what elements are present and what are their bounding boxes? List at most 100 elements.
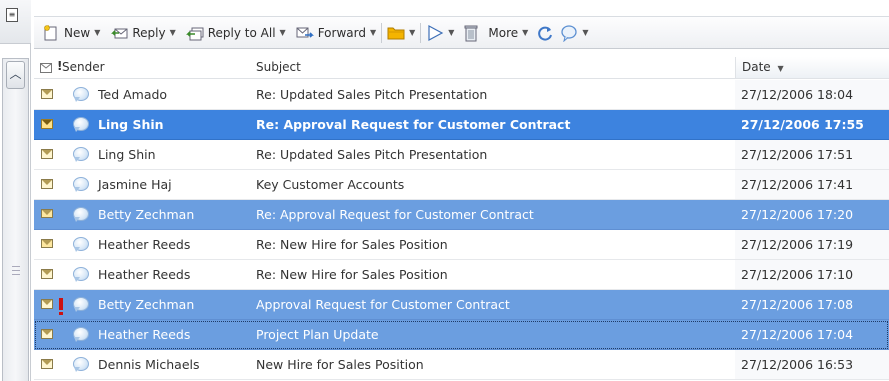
message-sender: Heather Reeds	[98, 237, 191, 252]
refresh-icon	[536, 24, 554, 42]
message-date: 27/12/2006 17:19	[735, 230, 889, 259]
message-row[interactable]: Heather Reeds Re: New Hire for Sales Posi…	[34, 260, 889, 290]
message-sender: Dennis Michaels	[98, 357, 200, 372]
presence-bubble-icon	[72, 267, 89, 282]
new-dropdown-icon[interactable]: ▼	[94, 28, 100, 37]
message-subject: Re: Approval Request for Customer Contra…	[256, 207, 534, 222]
presence-bubble-icon	[72, 117, 89, 132]
message-date: 27/12/2006 17:51	[735, 140, 889, 169]
reply-button[interactable]: Reply ▼	[108, 21, 177, 45]
message-subject: Project Plan Update	[256, 327, 379, 342]
envelope-read-icon	[41, 179, 53, 189]
presence-bubble-icon	[72, 357, 89, 372]
presence-bubble-icon	[72, 207, 89, 222]
flag-dropdown-icon[interactable]: ▼	[448, 28, 454, 37]
date-column-label: Date	[742, 60, 771, 74]
new-message-icon	[42, 24, 60, 42]
folder-pane-icon: ≡	[6, 8, 18, 22]
reply-all-icon	[185, 24, 204, 42]
new-button[interactable]: New ▼	[40, 21, 102, 45]
message-row[interactable]: Heather Reeds Re: New Hire for Sales Posi…	[34, 230, 889, 260]
message-sender: Ling Shin	[98, 147, 156, 162]
reply-to-all-button[interactable]: Reply to All ▼	[184, 21, 288, 45]
message-sender: Heather Reeds	[98, 267, 191, 282]
envelope-unread-icon	[41, 119, 53, 129]
envelope-read-icon	[41, 329, 53, 339]
message-row[interactable]: Betty Zechman Approval Request for Custom…	[34, 290, 889, 320]
message-sender: Jasmine Haj	[98, 177, 172, 192]
forward-icon	[296, 24, 314, 42]
message-date: 27/12/2006 17:04	[741, 327, 854, 342]
trash-icon	[462, 24, 480, 42]
message-row[interactable]: Ted Amado Re: Updated Sales Pitch Present…	[34, 80, 889, 110]
message-subject: Approval Request for Customer Contract	[256, 297, 510, 312]
more-button[interactable]: More ▼	[486, 21, 530, 45]
message-date: 27/12/2006 17:20	[741, 207, 854, 222]
new-button-label: New	[64, 25, 91, 40]
message-date: 27/12/2006 17:10	[735, 260, 889, 289]
chat-dropdown-icon[interactable]: ▼	[582, 28, 588, 37]
folder-pane-toggle-button[interactable]: ≡	[0, 0, 31, 44]
subject-column-header[interactable]: Subject	[256, 60, 301, 74]
message-row[interactable]: Jasmine Haj Key Customer Accounts 27/12/20…	[34, 170, 889, 200]
message-sender: Heather Reeds	[98, 327, 191, 342]
message-sender: Ling Shin	[98, 117, 164, 132]
reply-icon	[110, 24, 128, 42]
message-sender: Ted Amado	[98, 87, 168, 102]
flag-button[interactable]: ▼	[424, 21, 456, 45]
envelope-replied-icon	[41, 209, 53, 219]
more-dropdown-icon[interactable]: ▼	[522, 28, 528, 37]
message-subject: Re: New Hire for Sales Position	[256, 267, 448, 282]
envelope-read-icon	[41, 299, 53, 309]
envelope-replied-icon	[41, 239, 53, 249]
chevron-up-icon: ︿	[9, 67, 22, 81]
delete-button[interactable]	[460, 21, 482, 45]
reply-all-dropdown-icon[interactable]: ▼	[280, 28, 286, 37]
message-list: Ted Amado Re: Updated Sales Pitch Present…	[34, 80, 889, 380]
envelope-read-icon	[41, 149, 53, 159]
date-column-header[interactable]: Date ▼	[735, 57, 889, 78]
message-date: 27/12/2006 17:41	[735, 170, 889, 199]
presence-bubble-icon	[72, 237, 89, 252]
message-row[interactable]: Heather Reeds Project Plan Update 27/12/20…	[34, 320, 889, 350]
message-row[interactable]: Dennis Michaels New Hire for Sales Positi…	[34, 350, 889, 380]
left-navigation-strip: ≡ ︿	[0, 0, 31, 381]
envelope-read-icon	[41, 269, 53, 279]
envelope-column-icon[interactable]	[40, 62, 52, 76]
presence-bubble-icon	[72, 297, 89, 312]
message-subject: Re: Updated Sales Pitch Presentation	[256, 147, 488, 162]
chat-button[interactable]: ▼	[558, 21, 590, 45]
forward-dropdown-icon[interactable]: ▼	[370, 28, 376, 37]
message-subject: Re: Approval Request for Customer Contra…	[256, 117, 571, 132]
scrollbar-grip-icon[interactable]	[12, 266, 20, 275]
presence-bubble-icon	[72, 147, 89, 162]
move-dropdown-icon[interactable]: ▼	[409, 28, 415, 37]
refresh-button[interactable]	[534, 21, 556, 45]
more-button-label: More	[488, 25, 519, 40]
vertical-scrollbar[interactable]: ︿	[2, 58, 29, 381]
message-row[interactable]: Betty Zechman Re: Approval Request for Cu…	[34, 200, 889, 230]
envelope-read-icon	[41, 89, 53, 99]
sender-column-header[interactable]: Sender	[62, 60, 105, 74]
scroll-up-button[interactable]: ︿	[6, 61, 25, 89]
reply-to-all-label: Reply to All	[207, 25, 276, 40]
message-row[interactable]: Ling Shin Re: Updated Sales Pitch Present…	[34, 140, 889, 170]
high-priority-icon	[59, 296, 64, 315]
presence-bubble-icon	[72, 87, 89, 102]
message-sender: Betty Zechman	[98, 207, 195, 222]
forward-button[interactable]: Forward ▼	[294, 21, 378, 45]
toolbar-divider	[381, 22, 383, 43]
message-sender: Betty Zechman	[98, 297, 195, 312]
reply-dropdown-icon[interactable]: ▼	[170, 28, 176, 37]
message-row[interactable]: Ling Shin Re: Approval Request for Custom…	[34, 110, 889, 140]
sort-descending-icon: ▼	[777, 64, 784, 73]
message-date: 27/12/2006 17:08	[741, 297, 854, 312]
move-to-folder-button[interactable]: ▼	[385, 21, 417, 45]
message-date: 27/12/2006 17:55	[741, 117, 864, 132]
flag-triangle-icon	[426, 24, 444, 42]
presence-bubble-icon	[72, 327, 89, 342]
message-list-header: ! Sender Subject Date ▼	[34, 57, 889, 79]
mail-toolbar: New ▼ Reply ▼ Reply to All ▼ Forward ▼ ▼…	[34, 16, 889, 49]
message-subject: Re: Updated Sales Pitch Presentation	[256, 87, 488, 102]
presence-bubble-icon	[72, 177, 89, 192]
